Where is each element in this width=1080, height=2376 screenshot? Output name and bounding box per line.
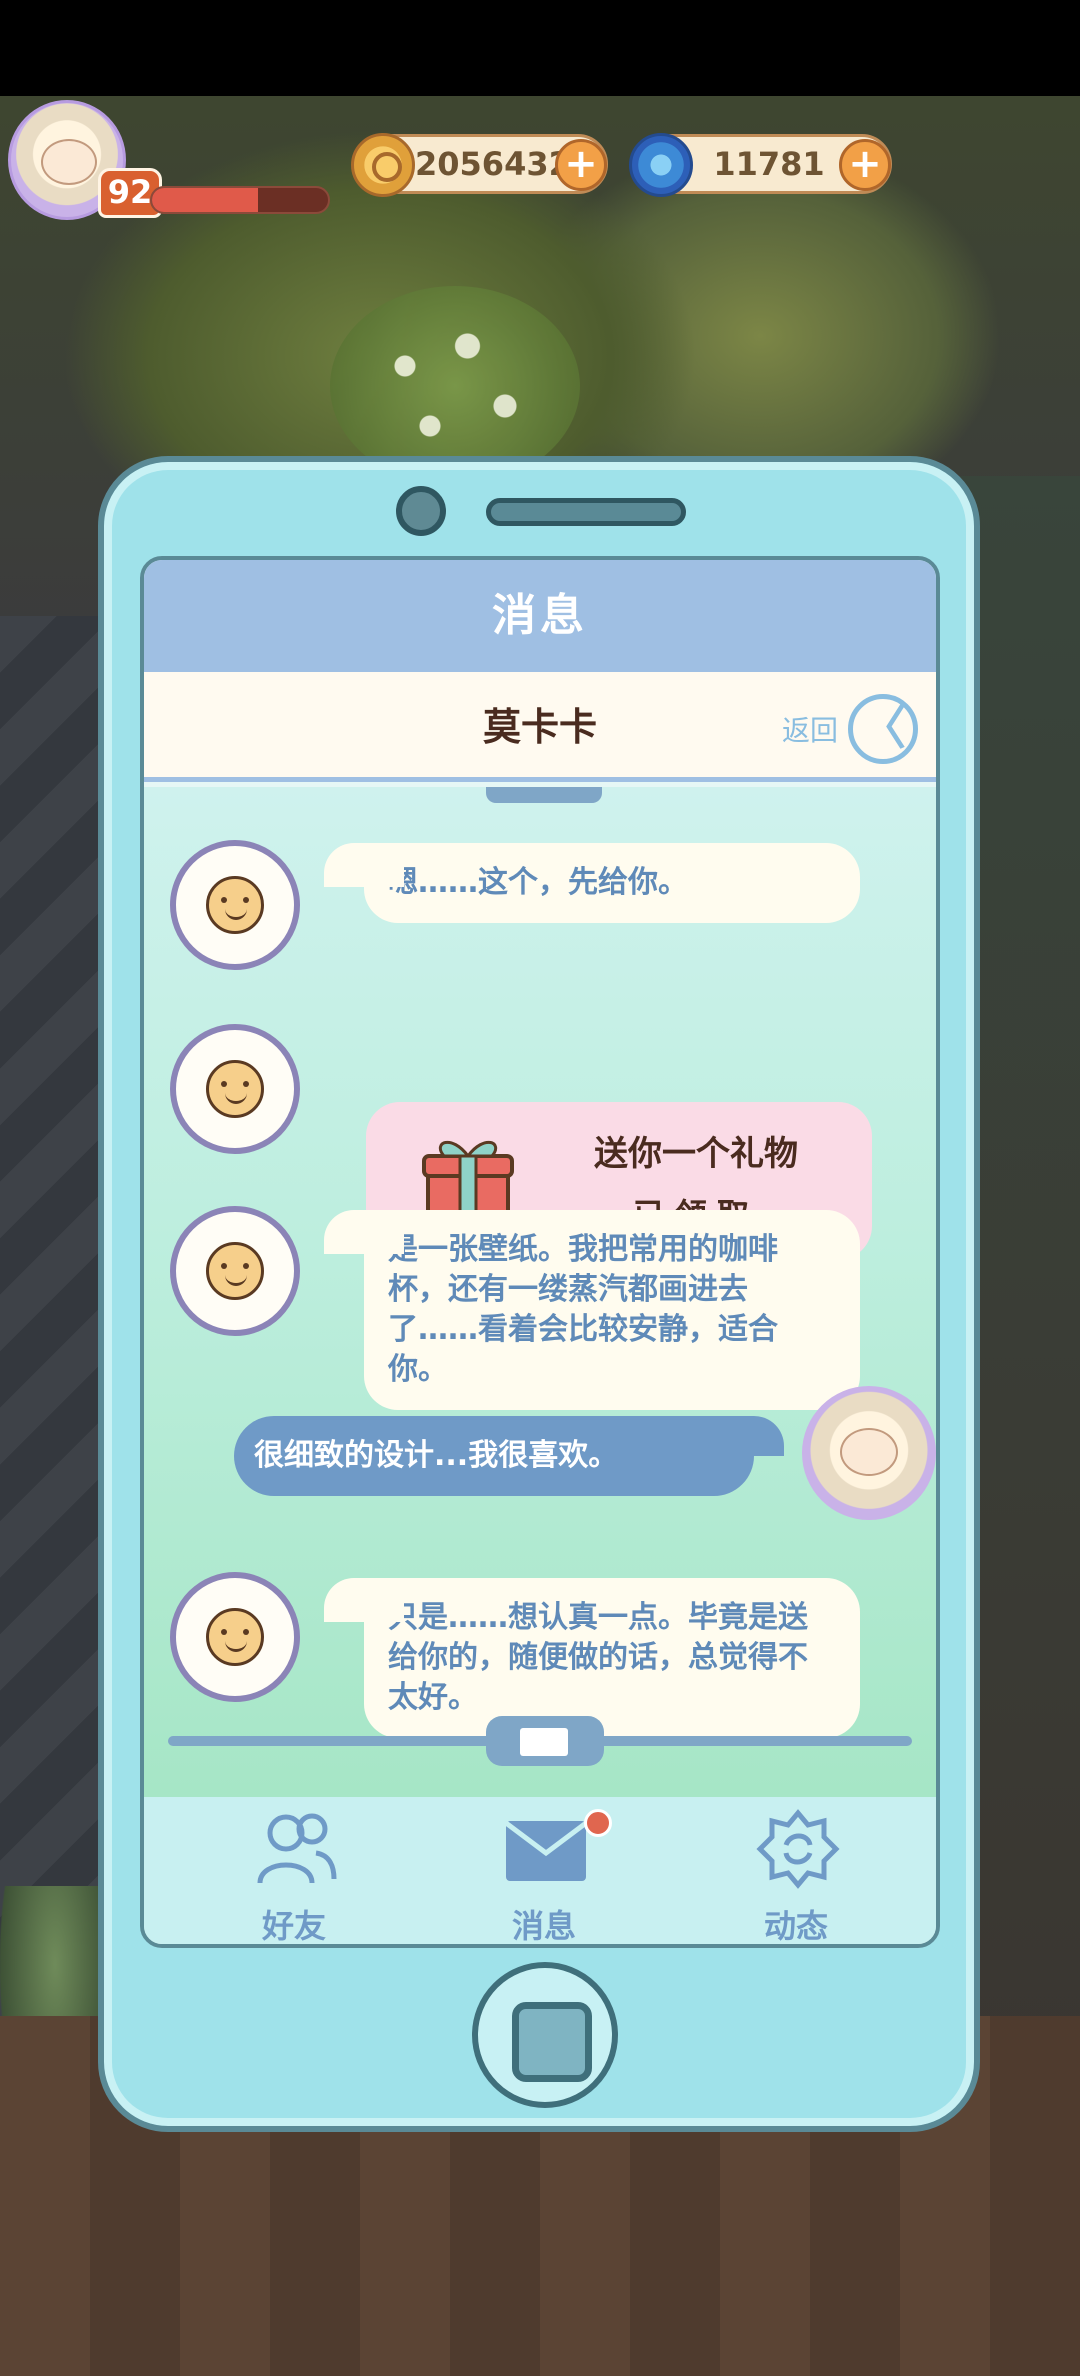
sun-face-icon [206,1242,264,1300]
message-bubble: 是一张壁纸。我把常用的咖啡杯，还有一缕蒸汽都画进去了……看着会比较安静，适合你。 [324,1210,860,1410]
phone-frame: 消息 莫卡卡 返回 〈 嗯……这个，先给你。 送你一个礼物 是一张壁纸。我把常用… [98,456,980,2132]
partner-avatar[interactable] [170,1206,300,1336]
partner-avatar[interactable] [170,840,300,970]
phone-speaker [486,498,686,526]
phone-camera [396,486,446,536]
envelope-handle-icon[interactable] [486,1716,604,1766]
xp-bar-fill [152,188,258,212]
partner-avatar[interactable] [170,1024,300,1154]
add-gems-button[interactable]: + [839,139,891,191]
nav-messages[interactable]: 消息 [464,1805,624,1945]
coin-amount: 2056432 [415,145,571,183]
nav-friends[interactable]: 好友 [214,1805,374,1945]
player-message-bubble: 很细致的设计...我很喜欢。 [234,1416,784,1496]
gift-title: 送你一个礼物 [594,1134,798,1174]
nav-friends-label: 好友 [261,1907,326,1945]
phone-screen: 消息 莫卡卡 返回 〈 嗯……这个，先给你。 送你一个礼物 是一张壁纸。我把常用… [140,556,940,1948]
mail-icon [504,1821,588,1881]
partner-avatar[interactable] [170,1572,300,1702]
chat-header: 莫卡卡 返回 〈 [144,672,936,782]
sun-face-icon [206,1608,264,1666]
sun-face-icon [206,1060,264,1118]
status-bar [0,0,1080,96]
player-chat-avatar-face [840,1428,898,1476]
message-bubble: 嗯……这个，先给你。 [324,843,860,923]
add-coins-button[interactable]: + [555,139,607,191]
player-avatar-face [41,139,97,185]
coin-icon [351,133,415,197]
back-arrow-icon: 〈 [848,694,918,764]
gem-amount: 11781 [713,145,825,183]
nav-moments[interactable]: 动态 [716,1805,876,1945]
notification-dot [584,1809,612,1837]
moments-icon [756,1809,840,1889]
xp-bar [150,186,330,214]
chat-pull-handle [486,787,602,803]
nav-messages-label: 消息 [511,1907,576,1945]
gem-counter: 11781 + [629,133,892,197]
message-bubble: 只是……想认真一点。毕竟是送给你的，随便做的话，总觉得不太好。 [324,1578,860,1738]
screen-title: 消息 [144,560,936,672]
sun-face-icon [206,876,264,934]
coin-counter: 2056432 + [351,133,608,197]
phone-home-button[interactable] [472,1962,618,2108]
bottom-nav: 好友 消息 动态 [144,1797,936,1945]
back-label: 返回 [781,714,838,747]
player-chat-avatar[interactable] [802,1386,936,1520]
gem-icon [629,133,693,197]
friends-icon [257,1813,337,1884]
nav-moments-label: 动态 [763,1907,828,1945]
back-button[interactable]: 返回 〈 [782,694,918,764]
